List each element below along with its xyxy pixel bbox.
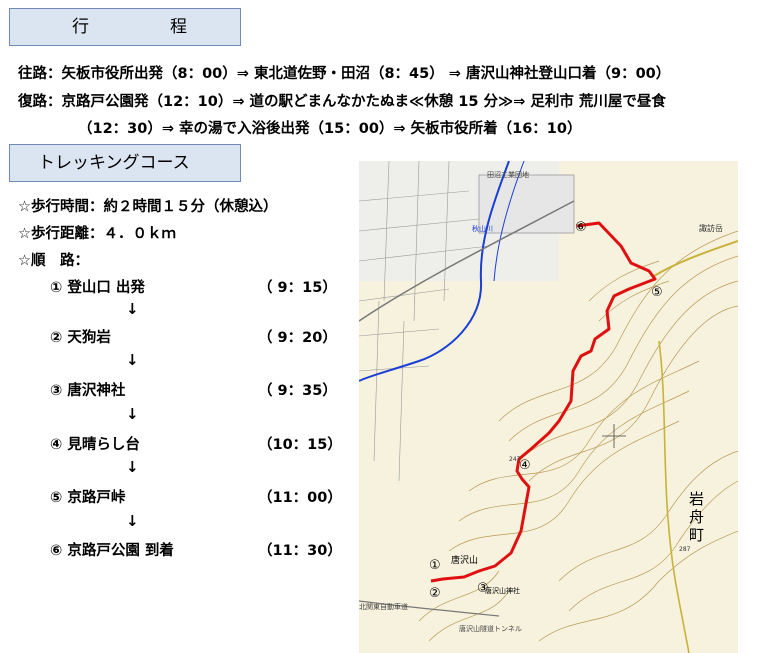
marker-6: ⑥	[575, 220, 587, 235]
return-line-2: （12：30）⇒ 幸の湯で入浴後出発（15：00）⇒ 矢板市役所着（16：10）	[78, 121, 582, 137]
route-step: ② 天狗岩 （ 9：20）	[50, 326, 337, 347]
marker-1: ①	[429, 558, 441, 573]
route-label: ☆順 路：	[18, 253, 89, 269]
town-char-2: 舟	[689, 508, 704, 526]
itinerary-heading: 行 程	[9, 8, 241, 46]
heading-char-2: 程	[170, 17, 187, 37]
mountain-label: 唐沢山	[451, 554, 478, 566]
outbound-line: 往路：矢板市役所出発（8：00）⇒ 東北道佐野・田沼（8：45） ⇒ 唐沢山神社…	[18, 66, 671, 82]
course-heading-text: トレッキングコース	[38, 153, 190, 173]
down-arrow-icon: ↓	[126, 300, 139, 318]
step-time: （ 9：35）	[258, 383, 337, 399]
walking-distance: ☆歩行距離：４．０ｋｍ	[18, 226, 176, 242]
heading-char-1: 行	[72, 17, 89, 37]
town-char-3: 町	[689, 526, 704, 544]
step-time: （11：30）	[258, 543, 342, 559]
step-label: ③ 唐沢神社	[50, 383, 126, 399]
step-label: ② 天狗岩	[50, 330, 111, 346]
route-step: ③ 唐沢神社 （ 9：35）	[50, 379, 337, 400]
shrine-label: 唐沢山神社	[485, 586, 520, 595]
step-time: （ 9：20）	[258, 330, 337, 346]
marker-5: ⑤	[651, 285, 663, 300]
trail-map: ⑥ ⑤ ④ ③ ② ① 岩 舟 町 唐沢山 唐沢山神社 北関東自動車道 唐沢山隧…	[359, 161, 738, 653]
industrial-label: 田沼工業団地	[487, 170, 529, 179]
marker-2: ②	[429, 586, 441, 601]
down-arrow-icon: ↓	[126, 405, 139, 423]
step-label: ① 登山口 出発	[50, 280, 145, 296]
step-time: （10：15）	[258, 437, 342, 453]
return-line-1: 復路：京路戸公園発（12：10）⇒ 道の駅どまんなかたぬま≪休憩 15 分≫⇒ …	[18, 94, 666, 110]
tunnel-label: 唐沢山隧道トンネル	[459, 624, 522, 633]
step-label: ⑤ 京路戸峠	[50, 490, 126, 506]
step-time: （11：00）	[258, 490, 342, 506]
down-arrow-icon: ↓	[126, 512, 139, 530]
peak-label: 諏訪岳	[699, 223, 723, 233]
elevation-247: 247	[509, 456, 521, 463]
course-heading: トレッキングコース	[9, 144, 241, 182]
step-time: （ 9：15）	[258, 280, 337, 296]
route-step: ① 登山口 出発 （ 9：15）	[50, 276, 337, 297]
expressway-label: 北関東自動車道	[359, 602, 408, 611]
marker-4: ④	[519, 458, 531, 473]
route-step: ⑤ 京路戸峠 （11：00）	[50, 486, 342, 507]
route-step: ④ 見晴らし台 （10：15）	[50, 433, 342, 454]
step-label: ⑥ 京路戸公園 到着	[50, 543, 174, 559]
river-label: 秋山川	[472, 224, 493, 233]
elevation-287: 287	[679, 546, 691, 553]
walking-time: ☆歩行時間：約２時間１５分（休憩込）	[18, 199, 278, 215]
step-label: ④ 見晴らし台	[50, 437, 140, 453]
trail-map-svg: ⑥ ⑤ ④ ③ ② ① 岩 舟 町 唐沢山 唐沢山神社 北関東自動車道 唐沢山隧…	[359, 161, 738, 653]
route-step: ⑥ 京路戸公園 到着 （11：30）	[50, 539, 342, 560]
down-arrow-icon: ↓	[126, 351, 139, 369]
town-char-1: 岩	[689, 490, 704, 508]
down-arrow-icon: ↓	[126, 458, 139, 476]
